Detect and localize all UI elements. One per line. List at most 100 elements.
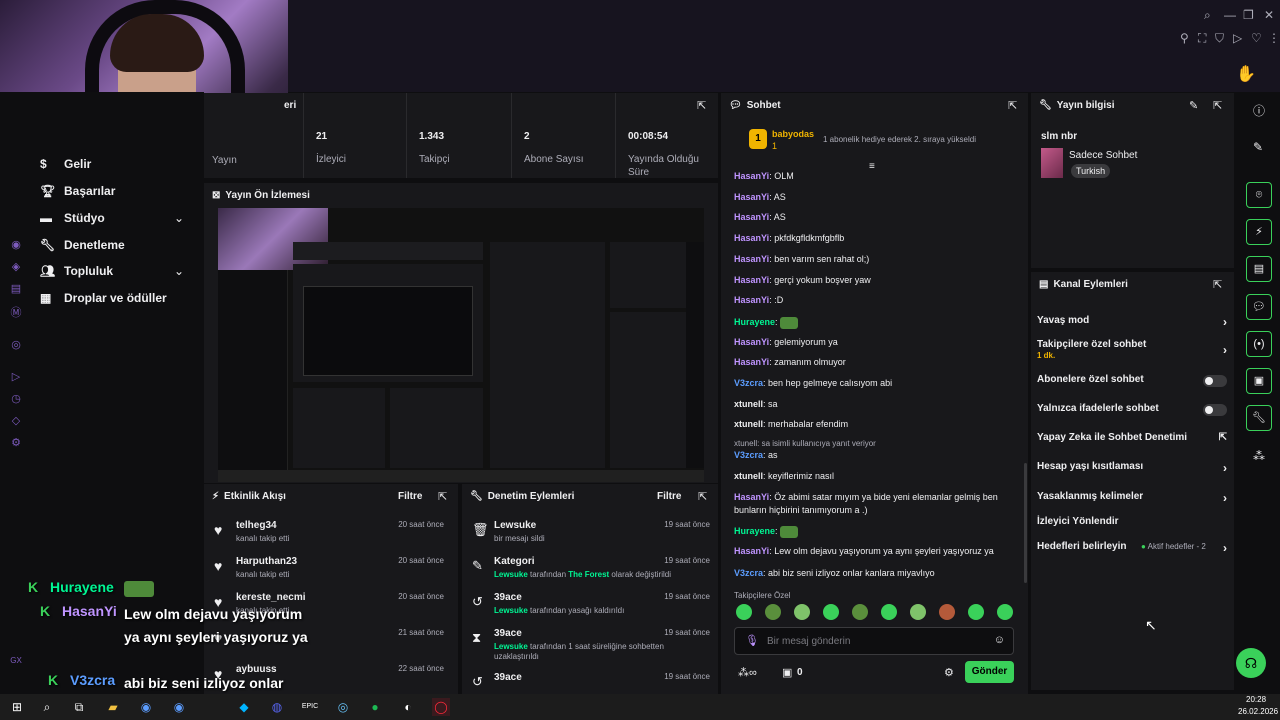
app-icon-1[interactable]: ◉: [137, 698, 155, 716]
rail-icon-4[interactable]: Ⓜ: [8, 304, 24, 320]
emoji-icon[interactable]: ☺: [994, 634, 1005, 646]
chat-message[interactable]: HasanYi: Öz abimi satar mıyım ya bide ye…: [734, 491, 1014, 517]
chat-message[interactable]: HasanYi: OLM: [734, 170, 1014, 183]
chat-username[interactable]: HasanYi: [734, 212, 769, 222]
rail-icon-8[interactable]: ◇: [8, 414, 24, 430]
rail-icon-6[interactable]: ▷: [8, 370, 24, 386]
chat-message[interactable]: V3zcra: ben hep gelmeye calısıyom abi: [734, 377, 1014, 390]
emote-8[interactable]: [939, 604, 955, 620]
chat-message[interactable]: HasanYi: zamanım olmuyor: [734, 356, 1014, 369]
toggle-switch[interactable]: [1203, 375, 1227, 387]
sidebar-item-drops[interactable]: ▦ Droplar ve ödüller: [40, 291, 167, 305]
emote-2[interactable]: [765, 604, 781, 620]
toggle-switch[interactable]: [1203, 404, 1227, 416]
chat-message[interactable]: HasanYi: AS: [734, 191, 1014, 204]
chat-username[interactable]: Hurayene: [734, 526, 775, 536]
rail-button-notes[interactable]: ▤: [1246, 256, 1272, 282]
list-item[interactable]: ✎ Kategori Lewsuke tarafından The Forest o…: [472, 556, 710, 592]
emote-3[interactable]: [794, 604, 810, 620]
points-icon[interactable]: ▣: [782, 666, 792, 679]
restore-icon[interactable]: ❐: [1243, 8, 1254, 22]
pencil-icon[interactable]: ✎: [1189, 99, 1198, 112]
obs-icon[interactable]: ◐: [399, 698, 417, 716]
sidebar-item-revenue[interactable]: $ Gelir: [40, 157, 91, 171]
category-name[interactable]: Sadece Sohbet: [1069, 150, 1137, 161]
chat-message[interactable]: HasanYi: AS: [734, 211, 1014, 224]
chat-username[interactable]: V3zcra: [734, 378, 763, 388]
rail-icon-3[interactable]: ▤: [8, 282, 24, 298]
more-icon[interactable]: ⋮: [1268, 31, 1280, 45]
chat-message[interactable]: xtunell: sa: [734, 398, 1014, 411]
chat-message[interactable]: xtunell: keyiflerimiz nasıl: [734, 470, 1014, 483]
extensions-icon[interactable]: ⁂: [1253, 449, 1265, 463]
chat-username[interactable]: Hurayene: [734, 317, 775, 327]
opera-gx-icon[interactable]: ◯: [432, 698, 450, 716]
action-emote-only[interactable]: Yalnızca ifadelerle sohbet: [1037, 403, 1227, 416]
chat-message[interactable]: HasanYi: gerçi yokum boşver yaw: [734, 274, 1014, 287]
list-item[interactable]: ♥ telheg34 kanalı takip etti 20 saat önce: [214, 520, 444, 556]
popout-icon[interactable]: ⇱: [1008, 99, 1017, 112]
action-ai-moderation[interactable]: Yapay Zeka ile Sohbet Denetimi ⇱: [1037, 432, 1227, 443]
chat-message[interactable]: HasanYi: gelemiyorum ya: [734, 336, 1014, 349]
heart-icon[interactable]: ♡: [1251, 31, 1262, 45]
screenshot-icon[interactable]: ⛶: [1198, 31, 1206, 46]
list-item[interactable]: 🗑︎ Lewsuke bir mesajı sildi 19 saat önce: [472, 520, 710, 556]
rail-button-chat[interactable]: 💬︎: [1246, 294, 1272, 320]
search-icon[interactable]: ⌕: [1204, 8, 1211, 23]
rail-button-clip[interactable]: ⌾: [1246, 182, 1272, 208]
chat-message[interactable]: HasanYi: :D: [734, 294, 1014, 307]
chat-username[interactable]: HasanYi: [734, 295, 769, 305]
chat-username[interactable]: xtunell: [734, 399, 763, 409]
task-view-icon[interactable]: ⧉: [70, 698, 88, 716]
mod-filter-button[interactable]: Filtre: [657, 491, 681, 502]
app-icon-3[interactable]: ◆: [235, 698, 253, 716]
discord-icon[interactable]: ◍: [268, 698, 286, 716]
list-item[interactable]: ↺ 39ace Lewsuke tarafından yasağı kaldırıl…: [472, 592, 710, 628]
chat-username[interactable]: xtunell: [734, 471, 763, 481]
rail-button-wrench[interactable]: 🔧︎: [1246, 405, 1272, 431]
rail-button-broadcast[interactable]: (•): [1246, 331, 1272, 357]
gear-icon[interactable]: ⚙: [944, 666, 954, 679]
chat-username[interactable]: HasanYi: [734, 171, 769, 181]
chat-username[interactable]: HasanYi: [734, 357, 769, 367]
popout-icon[interactable]: ⇱: [1213, 99, 1222, 112]
action-goals[interactable]: Hedefleri belirleyin ● Aktif hedefler - 2…: [1037, 541, 1227, 555]
chat-username[interactable]: HasanYi: [734, 337, 769, 347]
chat-username[interactable]: V3zcra: [734, 450, 763, 460]
chat-message[interactable]: Hurayene:: [734, 316, 1014, 329]
stream-preview-video[interactable]: [218, 208, 704, 482]
send-button[interactable]: Gönder: [965, 661, 1014, 683]
list-item[interactable]: ⧗ 39ace Lewsuke tarafından 1 saat süreliği…: [472, 628, 710, 664]
rail-button-actions[interactable]: ▣: [1246, 368, 1272, 394]
action-subscribers-only[interactable]: Abonelere özel sohbet: [1037, 374, 1227, 387]
chat-message[interactable]: Hurayene:: [734, 525, 1014, 538]
chat-message[interactable]: HasanYi: ben varım sen rahat ol;): [734, 253, 1014, 266]
info-icon[interactable]: ⓘ: [1253, 102, 1265, 119]
chat-username[interactable]: HasanYi: [734, 233, 769, 243]
rail-icon-5[interactable]: ◎: [8, 338, 24, 354]
action-banned-words[interactable]: Yasaklanmış kelimeler ›: [1037, 491, 1227, 505]
action-slow-mode[interactable]: Yavaş mod ›: [1037, 315, 1227, 329]
chat-username[interactable]: HasanYi: [734, 275, 769, 285]
chat-message[interactable]: xtunell: merhabalar efendim: [734, 418, 1014, 431]
chat-message[interactable]: HasanYi: pkfdkgfldkmfgbflb: [734, 232, 1014, 245]
chat-message[interactable]: V3zcra: as: [734, 449, 1014, 462]
sidebar-item-studio[interactable]: ▬ Stüdyo: [40, 211, 105, 225]
popout-icon[interactable]: ⇱: [698, 490, 707, 503]
pencil-icon[interactable]: ✎: [1253, 140, 1263, 154]
chat-message[interactable]: HasanYi: Lew olm dejavu yaşıyorum ya ayn…: [734, 545, 1014, 558]
microphone-icon[interactable]: 🎙︎: [745, 634, 759, 647]
pin-icon[interactable]: ⚲: [1180, 31, 1189, 45]
chat-input[interactable]: 🎙︎ Bir mesaj gönderin ☺: [734, 627, 1014, 655]
folder-icon[interactable]: ▰: [104, 698, 122, 716]
sidebar-item-moderation[interactable]: 🔧︎ Denetleme: [40, 238, 125, 252]
emote-10[interactable]: [997, 604, 1013, 620]
minimize-icon[interactable]: —: [1224, 8, 1236, 22]
chat-username[interactable]: HasanYi: [734, 546, 769, 556]
emote-4[interactable]: [823, 604, 839, 620]
action-account-age[interactable]: Hesap yaşı kısıtlaması ›: [1037, 461, 1227, 475]
app-icon-2[interactable]: ◉: [170, 698, 188, 716]
popout-icon[interactable]: ⇱: [1213, 278, 1222, 291]
emote-9[interactable]: [968, 604, 984, 620]
shield-icon[interactable]: ⛉: [1215, 31, 1224, 46]
